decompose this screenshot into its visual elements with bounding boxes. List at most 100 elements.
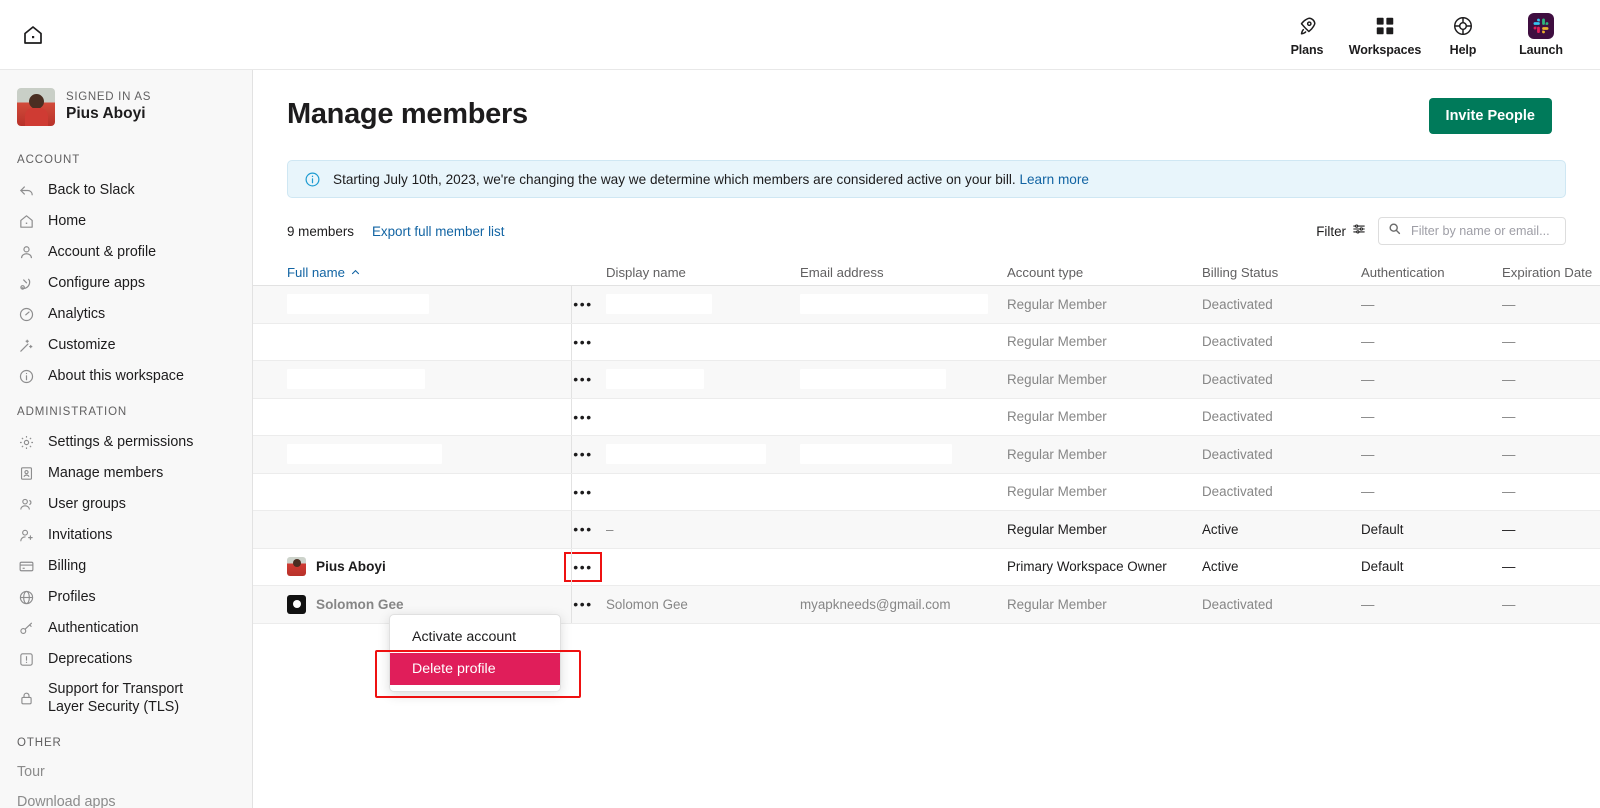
sidebar-item-label: Customize (48, 336, 116, 353)
sidebar-item-about-workspace[interactable]: About this workspace (0, 361, 252, 392)
column-header-billing-status: Billing Status (1202, 265, 1279, 280)
page-title: Manage members (287, 98, 528, 130)
cell-email-address (800, 481, 1007, 502)
sidebar-item-label: Back to Slack (48, 181, 135, 198)
sidebar-item-label: Support for Transport Layer Security (TL… (48, 681, 184, 715)
export-member-list-link[interactable]: Export full member list (372, 224, 504, 239)
person-plus-icon (17, 526, 36, 545)
top-action-plans[interactable]: Plans (1268, 11, 1346, 59)
row-menu-ellipsis-icon[interactable]: ••• (568, 293, 598, 315)
lifebuoy-icon (1452, 13, 1474, 39)
sidebar-item-account-profile[interactable]: Account & profile (0, 237, 252, 268)
cell-authentication: — (1361, 296, 1375, 312)
signed-in-block[interactable]: SIGNED IN AS Pius Aboyi (0, 70, 252, 140)
row-menu-ellipsis-icon[interactable]: ••• (568, 368, 598, 390)
sidebar-item-configure-apps[interactable]: Configure apps (0, 268, 252, 299)
row-menu-ellipsis-icon[interactable]: ••• (568, 443, 598, 465)
column-divider (571, 473, 572, 510)
table-header-row: Full name Display name Email address Acc… (253, 260, 1600, 286)
cell-authentication: — (1361, 371, 1375, 387)
redacted-name (287, 444, 442, 465)
cell-expiration-date: — (1502, 296, 1516, 312)
sidebar-item-invitations[interactable]: Invitations (0, 520, 252, 551)
column-header-account-type: Account type (1007, 265, 1084, 280)
key-icon (17, 619, 36, 638)
sidebar-item-settings-permissions[interactable]: Settings & permissions (0, 427, 252, 458)
table-row[interactable]: Pius Aboyi ••• Primary Workspace Owner Acti… (253, 548, 1600, 586)
row-menu-ellipsis-icon[interactable]: ••• (564, 551, 602, 582)
table-row[interactable]: ••• Regular Member Deactivated — — (253, 436, 1600, 474)
sidebar-item-billing[interactable]: Billing (0, 551, 252, 582)
invite-people-button[interactable]: Invite People (1428, 98, 1552, 134)
sidebar-item-manage-members[interactable]: Manage members (0, 458, 252, 489)
table-row[interactable]: ••• Regular Member Deactivated — — (253, 286, 1600, 324)
column-divider (571, 511, 572, 548)
search-input[interactable] (1409, 223, 1559, 239)
table-body: ••• Regular Member Deactivated — — ••• Regular… (253, 286, 1600, 624)
cell-account-type: Regular Member (1007, 446, 1107, 462)
cell-expiration-date: — (1502, 521, 1516, 537)
member-name: Solomon Gee (316, 596, 404, 612)
row-menu-ellipsis-icon[interactable]: ••• (568, 518, 598, 540)
lock-icon (17, 689, 36, 708)
column-header-authentication: Authentication (1361, 265, 1445, 280)
sidebar-item-tls-support[interactable]: Support for Transport Layer Security (TL… (0, 675, 252, 723)
top-action-label: Workspaces (1348, 42, 1422, 57)
signed-in-label: SIGNED IN AS (66, 91, 152, 103)
table-row[interactable]: ••• Regular Member Deactivated — — (253, 473, 1600, 511)
column-header-full-name[interactable]: Full name (287, 265, 568, 280)
sidebar-item-analytics[interactable]: Analytics (0, 299, 252, 330)
table-row[interactable]: ••• Regular Member Deactivated — — (253, 398, 1600, 436)
sidebar-item-download-apps[interactable]: Download apps (0, 788, 252, 808)
cell-expiration-date: — (1502, 446, 1516, 462)
sidebar: SIGNED IN AS Pius Aboyi ACCOUNT Back to … (0, 70, 253, 808)
row-menu-ellipsis-icon[interactable]: ••• (568, 406, 598, 428)
sidebar-item-label: Account & profile (48, 243, 157, 260)
top-action-launch[interactable]: Launch (1502, 11, 1580, 59)
top-action-help[interactable]: Help (1424, 11, 1502, 59)
sidebar-item-deprecations[interactable]: Deprecations (0, 644, 252, 675)
sidebar-item-authentication[interactable]: Authentication (0, 613, 252, 644)
row-menu-ellipsis-icon[interactable]: ••• (568, 481, 598, 503)
sidebar-item-customize[interactable]: Customize (0, 330, 252, 361)
redacted-display-name (606, 331, 712, 352)
learn-more-link[interactable]: Learn more (1019, 172, 1089, 187)
menu-item-delete-profile[interactable]: Delete profile (390, 653, 560, 685)
sidebar-item-profiles[interactable]: Profiles (0, 582, 252, 613)
home-outline-icon[interactable] (16, 18, 50, 52)
sidebar-item-tour[interactable]: Tour (0, 758, 252, 788)
sidebar-item-label: Tour (17, 763, 45, 780)
sidebar-item-home[interactable]: Home (0, 206, 252, 237)
top-action-workspaces[interactable]: Workspaces (1346, 11, 1424, 59)
top-action-label: Help (1449, 42, 1477, 57)
redacted-name (287, 331, 485, 352)
cell-billing-status: Deactivated (1202, 484, 1273, 500)
cell-authentication: — (1361, 409, 1375, 425)
search-box[interactable] (1378, 217, 1566, 245)
row-menu-ellipsis-icon[interactable]: ••• (568, 331, 598, 353)
sidebar-section-account: ACCOUNT (17, 154, 81, 166)
cell-row-menu: ••• (564, 551, 606, 582)
redacted-name (287, 294, 429, 315)
sidebar-item-label: Billing (48, 557, 87, 574)
avatar (17, 88, 55, 126)
avatar (287, 557, 306, 577)
sidebar-item-back-to-slack[interactable]: Back to Slack (0, 175, 252, 206)
sidebar-item-user-groups[interactable]: User groups (0, 489, 252, 520)
cell-billing-status: Deactivated (1202, 596, 1273, 612)
cell-expiration-date: — (1502, 484, 1516, 500)
filter-button[interactable]: Filter (1316, 222, 1366, 241)
slack-admin-page: Plans Workspaces Help Launch SIGNED IN A… (0, 0, 1600, 808)
row-menu-ellipsis-icon[interactable]: ••• (568, 593, 598, 615)
table-row[interactable]: ••• Regular Member Deactivated — — (253, 323, 1600, 361)
column-divider (571, 361, 572, 398)
table-row[interactable]: ••• Regular Member Deactivated — — (253, 361, 1600, 399)
chevron-up-icon (351, 265, 360, 280)
menu-item-activate-account[interactable]: Activate account (390, 621, 560, 653)
cell-authentication: Default (1361, 559, 1404, 575)
cell-expiration-date: — (1502, 334, 1516, 350)
cell-account-type: Regular Member (1007, 409, 1107, 425)
table-row[interactable]: ••• – Regular Member Active Default — (253, 511, 1600, 549)
cell-display-name: Solomon Gee (606, 596, 688, 612)
cell-authentication: — (1361, 334, 1375, 350)
